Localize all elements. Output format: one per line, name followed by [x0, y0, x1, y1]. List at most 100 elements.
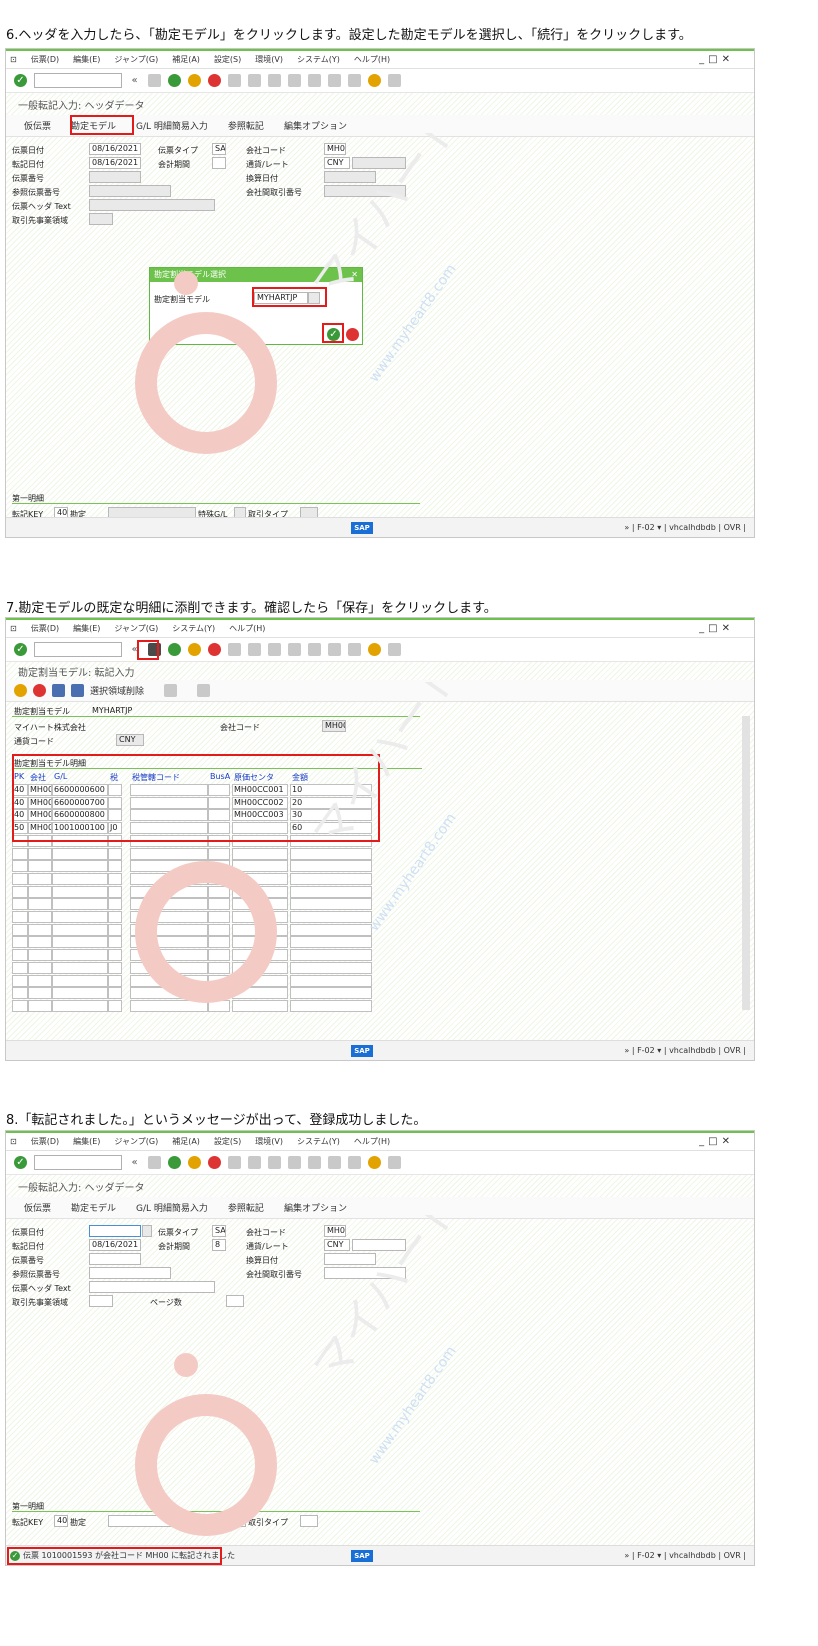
menu-item-goto[interactable]: ジャンプ(G) [114, 1136, 158, 1147]
table-cell[interactable] [208, 898, 230, 911]
help-icon[interactable] [368, 74, 381, 87]
table-cell[interactable] [232, 911, 288, 923]
table-cell[interactable] [52, 961, 108, 974]
translation-date-field[interactable] [324, 1253, 376, 1265]
table-cell[interactable] [108, 987, 122, 1000]
table-cell[interactable] [108, 974, 122, 987]
table-cell[interactable] [12, 911, 28, 923]
save-icon[interactable] [148, 1156, 161, 1169]
last-page-icon[interactable] [328, 74, 341, 87]
menu-item-extras[interactable]: 補足(A) [172, 54, 200, 65]
exchange-rate-field[interactable] [352, 157, 406, 169]
table-cell[interactable] [290, 872, 372, 885]
exit-icon[interactable] [188, 74, 201, 87]
menu-item-document[interactable]: 伝票(D) [31, 1136, 59, 1147]
table-cell[interactable] [28, 987, 52, 1000]
save-icon[interactable] [148, 74, 161, 87]
account-model-button[interactable]: 勘定モデル [71, 1201, 116, 1214]
prev-page-icon[interactable] [288, 1156, 301, 1169]
table-cell[interactable] [52, 872, 108, 885]
table-cell[interactable] [12, 987, 28, 1000]
menu-item-extras[interactable]: 補足(A) [172, 1136, 200, 1147]
doc-type-field[interactable]: SA [212, 143, 226, 155]
table-cell[interactable] [108, 872, 122, 885]
posting-date-field[interactable]: 08/16/2021 [89, 1239, 141, 1251]
reference-field[interactable] [89, 1267, 171, 1279]
menu-item-document[interactable]: 伝票(D) [31, 623, 59, 634]
header-text-field[interactable] [89, 1281, 215, 1293]
table-cell[interactable] [28, 872, 52, 885]
next-page-icon[interactable] [308, 74, 321, 87]
table-cell[interactable] [208, 847, 230, 860]
table-cell[interactable] [232, 936, 288, 949]
print-icon[interactable] [228, 643, 241, 656]
find-icon[interactable] [248, 74, 261, 87]
table-cell[interactable] [108, 923, 122, 936]
doc-date-field[interactable]: 08/16/2021 [89, 143, 141, 155]
table-cell[interactable] [52, 949, 108, 962]
system-info[interactable]: » | F-02 ▾ | vhcalhdbdb | OVR | [624, 523, 746, 532]
table-cell[interactable] [130, 911, 208, 923]
table-cell[interactable] [290, 911, 372, 923]
table-cell[interactable] [28, 936, 52, 949]
doc-number-field[interactable] [89, 1253, 141, 1265]
table-cell[interactable] [290, 974, 372, 987]
layout-icon[interactable] [388, 643, 401, 656]
first-page-icon[interactable] [268, 1156, 281, 1169]
table-cell[interactable] [108, 961, 122, 974]
paste-icon[interactable] [197, 684, 211, 697]
table-cell[interactable] [108, 847, 122, 860]
find-icon[interactable] [248, 643, 261, 656]
table-cell[interactable] [52, 898, 108, 911]
page-count-field[interactable] [226, 1295, 244, 1307]
first-page-icon[interactable] [268, 74, 281, 87]
last-page-icon[interactable] [328, 643, 341, 656]
cancel-icon[interactable] [208, 643, 221, 656]
doc-number-field[interactable] [89, 171, 141, 183]
special-gl-field[interactable] [234, 1515, 246, 1527]
table-cell[interactable] [130, 974, 208, 987]
enter-icon[interactable]: ✓ [14, 643, 27, 656]
layout-icon[interactable] [388, 74, 401, 87]
table-cell[interactable] [52, 974, 108, 987]
last-page-icon[interactable] [328, 1156, 341, 1169]
table-cell[interactable] [290, 847, 372, 860]
table-cell[interactable] [290, 961, 372, 974]
currency-field[interactable]: CNY [324, 157, 350, 169]
table-cell[interactable] [232, 872, 288, 885]
table-cell[interactable] [208, 885, 230, 898]
translation-date-field[interactable] [324, 171, 376, 183]
hold-document-button[interactable]: 仮伝票 [24, 1201, 51, 1214]
system-info[interactable]: » | F-02 ▾ | vhcalhdbdb | OVR | [624, 1551, 746, 1560]
table-cell[interactable] [108, 885, 122, 898]
system-info[interactable]: » | F-02 ▾ | vhcalhdbdb | OVR | [624, 1046, 746, 1055]
enter-icon[interactable]: ✓ [14, 74, 27, 87]
exit-icon[interactable] [188, 1156, 201, 1169]
table-cell[interactable] [208, 974, 230, 987]
table-cell[interactable] [232, 898, 288, 911]
table-cell[interactable] [108, 949, 122, 962]
table-cell[interactable] [52, 885, 108, 898]
table-cell[interactable] [130, 872, 208, 885]
new-session-icon[interactable] [348, 643, 361, 656]
table-cell[interactable] [108, 860, 122, 873]
back-icon[interactable] [168, 74, 181, 87]
table-cell[interactable] [28, 885, 52, 898]
trading-partner-field[interactable] [89, 1295, 113, 1307]
table-cell[interactable] [12, 872, 28, 885]
table-cell[interactable] [290, 885, 372, 898]
layout-icon[interactable] [388, 1156, 401, 1169]
help-icon[interactable] [368, 1156, 381, 1169]
table-cell[interactable] [108, 911, 122, 923]
table-cell[interactable] [208, 923, 230, 936]
print-icon[interactable] [228, 74, 241, 87]
menu-icon[interactable]: ⊡ [10, 1137, 17, 1146]
insert-row-icon[interactable] [14, 684, 27, 697]
cancel-icon[interactable] [208, 1156, 221, 1169]
menu-item-help[interactable]: ヘルプ(H) [354, 1136, 390, 1147]
menu-icon[interactable]: ⊡ [10, 55, 17, 64]
select-icon[interactable] [52, 684, 65, 697]
table-cell[interactable] [28, 949, 52, 962]
table-cell[interactable] [208, 961, 230, 974]
table-cell[interactable] [52, 923, 108, 936]
